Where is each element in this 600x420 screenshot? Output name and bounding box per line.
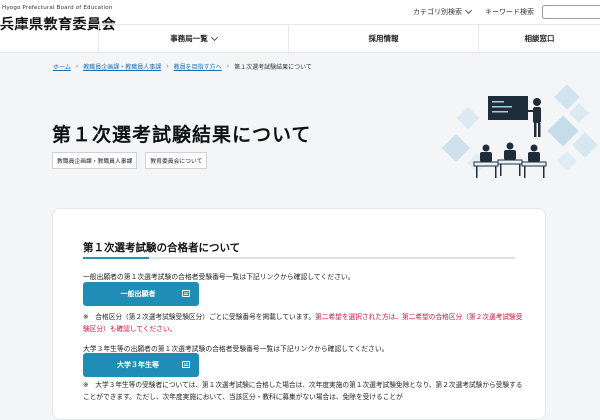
university-students-note: ※ 大学３年生等の受験者については、第１次選考試験に合格した場合は、次年度実施の… bbox=[83, 381, 523, 401]
category-search-label: カテゴリ別検索 bbox=[413, 8, 462, 16]
note-text: ※ 合格区分（第２次選考試験受験区分）ごとに受験番号を掲載しています。 bbox=[83, 313, 316, 321]
tag-department[interactable]: 教職員企画課・教職員人事課 bbox=[52, 152, 138, 169]
document-icon bbox=[182, 361, 190, 368]
students-desks bbox=[473, 142, 547, 178]
tag-board[interactable]: 教育委員会について bbox=[145, 152, 208, 169]
breadcrumb-department[interactable]: 教職員企画課・教職員人事課 bbox=[83, 62, 161, 71]
section-heading: 第１次選考試験の合格者について bbox=[83, 242, 241, 254]
classroom-illustration bbox=[441, 84, 598, 178]
button-label: 大学３年生等 bbox=[117, 361, 159, 369]
breadcrumb-home[interactable]: ホーム bbox=[53, 62, 71, 71]
breadcrumb-separator: › bbox=[166, 63, 169, 70]
university-students-text: 大学３年生等の出願者の第１次選考試験の合格者受験番号一覧は下記リンクから確認して… bbox=[83, 345, 389, 353]
utility-links: カテゴリ別検索 キーワード検索 bbox=[413, 5, 600, 19]
section-divider-accent bbox=[83, 257, 149, 259]
university-students-button[interactable]: 大学３年生等 bbox=[83, 353, 199, 377]
general-applicants-button[interactable]: 一般出願者 bbox=[83, 282, 199, 306]
chevron-down-icon bbox=[464, 6, 473, 15]
general-applicants-note: ※ 合格区分（第２次選考試験受験区分）ごとに受験番号を掲載しています。第二希望を… bbox=[83, 311, 528, 335]
global-nav: 事務局一覧 採用情報 相談窓口 bbox=[0, 24, 600, 52]
nav-item-bureaus[interactable]: 事務局一覧 bbox=[98, 25, 288, 52]
button-label: 一般出願者 bbox=[120, 290, 156, 298]
breadcrumb-separator: › bbox=[226, 63, 230, 70]
page-title: 第１次選考試験結果について bbox=[52, 124, 312, 146]
section-divider bbox=[83, 257, 515, 259]
category-search-link[interactable]: カテゴリ別検索 bbox=[413, 6, 473, 17]
keyword-search-label: キーワード検索 bbox=[485, 8, 534, 16]
general-applicants-text: 一般出願者の第１次選考試験の合格者受験番号一覧は下記リンクから確認してください。 bbox=[83, 273, 355, 281]
nav-item-label: 相談窓口 bbox=[524, 34, 555, 43]
document-icon bbox=[182, 290, 190, 297]
category-tags: 教職員企画課・教職員人事課 教育委員会について bbox=[52, 152, 215, 169]
content-card: 第１次選考試験の合格者について 一般出願者の第１次選考試験の合格者受験番号一覧は… bbox=[52, 208, 546, 420]
nav-item-recruitment[interactable]: 採用情報 bbox=[288, 25, 478, 52]
logo-subtitle: Hyogo Prefectural Board of Education bbox=[2, 5, 113, 11]
breadcrumb-separator: › bbox=[75, 63, 79, 70]
breadcrumb: ホーム › 教職員企画課・教職員人事課 › 教員を目指す方へ › 第１次選考試験… bbox=[53, 62, 312, 71]
chevron-down-icon bbox=[210, 33, 218, 41]
site-header: Hyogo Prefectural Board of Education 兵庫県… bbox=[0, 0, 600, 53]
search-input[interactable] bbox=[542, 5, 600, 19]
nav-item-label: 事務局一覧 bbox=[170, 34, 208, 43]
breadcrumb-current: 第１次選考試験結果について bbox=[234, 64, 312, 71]
nav-item-consultation[interactable]: 相談窓口 bbox=[478, 25, 600, 52]
teacher-figure bbox=[526, 98, 541, 137]
nav-item-label: 採用情報 bbox=[368, 34, 399, 43]
breadcrumb-teachers[interactable]: 教員を目指す方へ bbox=[174, 62, 222, 71]
blackboard bbox=[488, 96, 528, 120]
